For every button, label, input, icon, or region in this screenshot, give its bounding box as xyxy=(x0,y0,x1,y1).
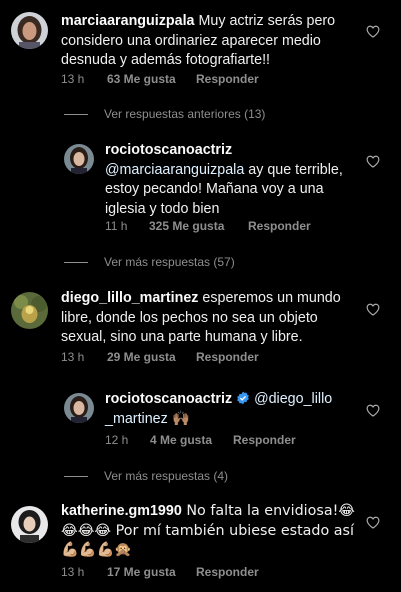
view-more-label: Ver más respuestas (57) xyxy=(104,255,235,269)
verified-badge-icon xyxy=(237,391,249,405)
comment-1: marciaaranguizpala Muy actriz serás pero… xyxy=(61,12,359,71)
divider xyxy=(64,261,88,263)
avatar-katherine-gm1990[interactable] xyxy=(11,506,48,543)
view-more-replies[interactable]: Ver más respuestas (57) xyxy=(64,255,235,269)
view-previous-label: Ver respuestas anteriores (13) xyxy=(104,107,266,121)
view-previous-replies[interactable]: Ver respuestas anteriores (13) xyxy=(64,107,265,121)
comment-likes[interactable]: 17 Me gusta xyxy=(107,565,176,579)
avatar-marciaaranguizpala[interactable] xyxy=(11,12,48,49)
reply-button[interactable]: Responder xyxy=(196,72,259,86)
reply-button[interactable]: Responder xyxy=(248,219,311,233)
avatar-diego_lillo_martinez[interactable] xyxy=(11,292,48,329)
divider xyxy=(64,113,88,115)
comment-username[interactable]: katherine.gm1990 xyxy=(61,503,182,519)
comment-2: diego_lillo_martinez esperemos un mundo … xyxy=(61,289,361,348)
comment-likes[interactable]: 4 Me gusta xyxy=(150,433,212,447)
comment-3: katherine.gm1990 No falta la envidiosa!😂… xyxy=(61,502,359,561)
comment-likes[interactable]: 29 Me gusta xyxy=(107,350,176,364)
heart-outline-icon[interactable] xyxy=(366,25,380,38)
reply-2: rociotoscanoactriz @diego_lillo_martinez… xyxy=(105,390,337,429)
heart-outline-icon[interactable] xyxy=(366,516,380,529)
avatar-rociotoscanoactriz[interactable] xyxy=(64,144,94,174)
reply-button[interactable]: Responder xyxy=(233,433,296,447)
heart-outline-icon[interactable] xyxy=(366,303,380,316)
comment-time: 13 h xyxy=(61,72,85,86)
heart-outline-icon[interactable] xyxy=(366,404,380,417)
comment-username[interactable]: marciaaranguizpala xyxy=(61,13,195,29)
comment-likes[interactable]: 63 Me gusta xyxy=(107,72,176,86)
comment-likes[interactable]: 325 Me gusta xyxy=(149,219,224,233)
comment-time: 13 h xyxy=(61,350,85,364)
comment-username[interactable]: rociotoscanoactriz xyxy=(105,142,232,158)
view-more-label: Ver más respuestas (4) xyxy=(104,469,229,483)
view-more-replies[interactable]: Ver más respuestas (4) xyxy=(64,469,228,483)
mention-link[interactable]: @marciaaranguizpala xyxy=(105,162,244,178)
comment-text: 🙌🏽 xyxy=(167,410,191,427)
reply-button[interactable]: Responder xyxy=(196,565,259,579)
reply-1: rociotoscanoactriz @marciaaranguizpala a… xyxy=(105,141,365,219)
comment-time: 11 h xyxy=(105,219,128,233)
comment-username[interactable]: rociotoscanoactriz xyxy=(105,391,232,407)
comment-username[interactable]: diego_lillo_martinez xyxy=(61,290,198,306)
divider xyxy=(64,475,88,477)
comment-time: 13 h xyxy=(61,565,85,579)
avatar-rociotoscanoactriz[interactable] xyxy=(64,393,94,423)
heart-outline-icon[interactable] xyxy=(366,155,380,168)
comment-time: 12 h xyxy=(105,433,129,447)
reply-button[interactable]: Responder xyxy=(196,350,259,364)
